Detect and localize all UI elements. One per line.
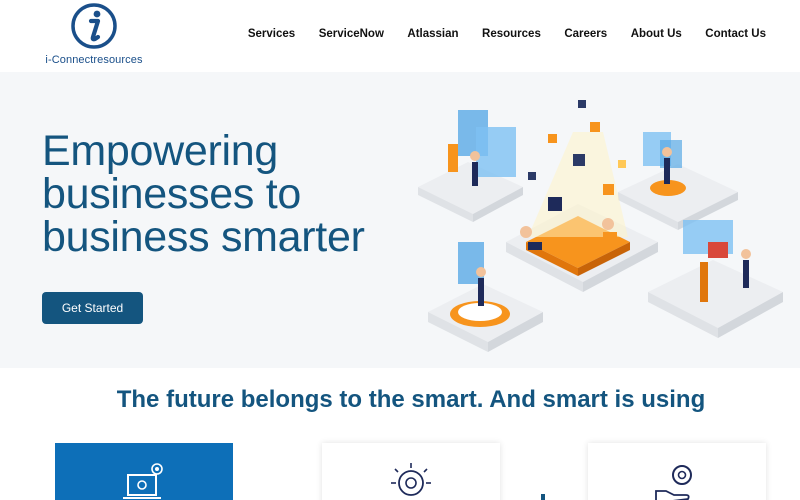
i-letter-circle-logo-icon — [71, 3, 117, 49]
nav-item-about-us[interactable]: About Us — [631, 26, 682, 42]
nav-item-careers[interactable]: Careers — [564, 26, 607, 42]
brand-logo[interactable]: i-Connectresources — [38, 2, 150, 68]
section-tagline: The future belongs to the smart. And sma… — [116, 386, 706, 413]
get-started-button[interactable]: Get Started — [42, 292, 143, 324]
hand-gear-icon — [655, 465, 692, 500]
hero-title: Empowering businesses to business smarte… — [42, 127, 365, 261]
laptop-gear-icon — [123, 463, 163, 499]
isometric-business-team-illustration-icon — [418, 100, 783, 352]
decorative-mark — [541, 494, 545, 500]
nav-item-contact-us[interactable]: Contact Us — [705, 26, 766, 42]
nav-item-servicenow[interactable]: ServiceNow — [319, 26, 384, 42]
nav-item-atlassian[interactable]: Atlassian — [407, 26, 458, 42]
brand-name: i-Connectresources — [45, 54, 143, 66]
feature-card-3[interactable] — [588, 443, 766, 500]
feature-card-1[interactable] — [55, 443, 233, 500]
lightbulb-gear-icon — [391, 463, 431, 496]
nav-item-resources[interactable]: Resources — [482, 26, 541, 42]
nav-item-services[interactable]: Services — [248, 26, 295, 42]
site-header: i-Connectresources Services ServiceNow A… — [0, 0, 800, 72]
main-nav: Services ServiceNow Atlassian Resources … — [224, 26, 766, 42]
feature-card-2[interactable] — [322, 443, 500, 500]
